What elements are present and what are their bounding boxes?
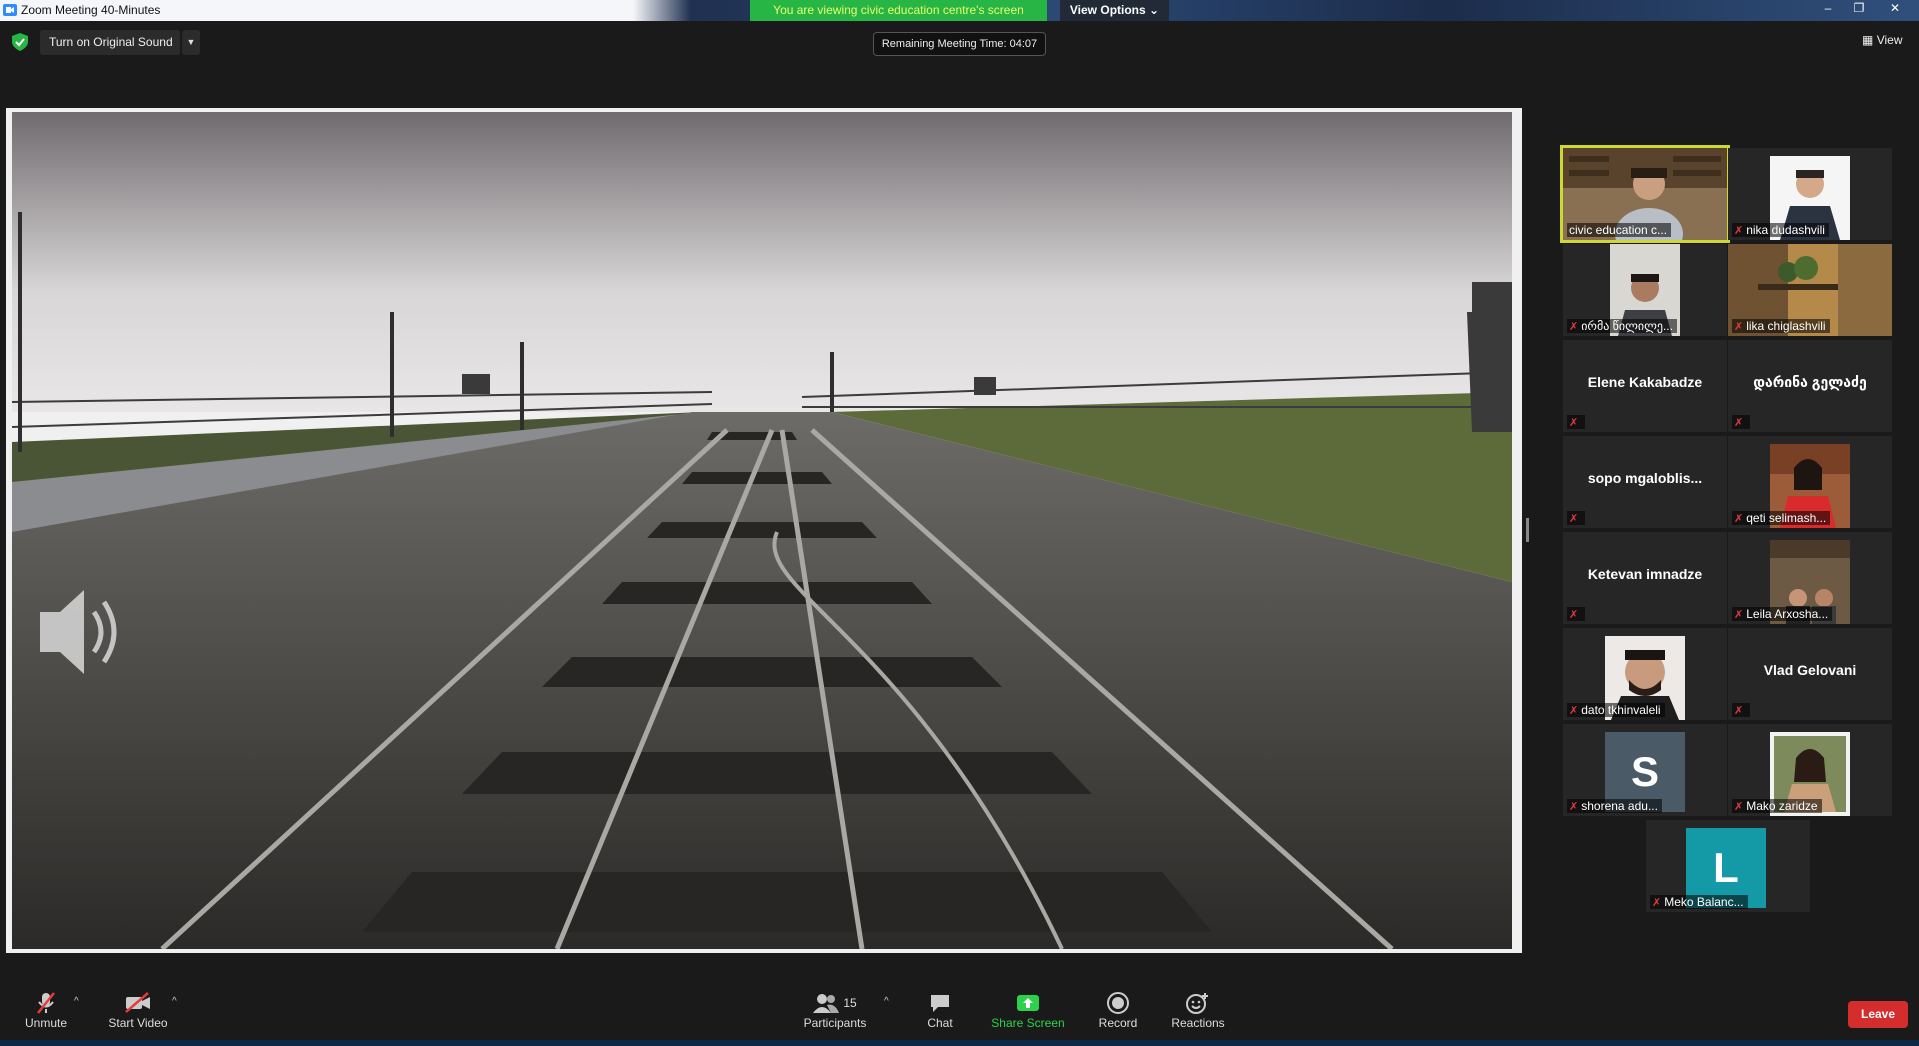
participant-name: ✗ (1732, 703, 1751, 717)
participant-name: ✗ dato tkhinvaleli (1567, 703, 1665, 717)
participant-name: ✗ (1567, 415, 1586, 429)
window-title: Zoom Meeting 40-Minutes (21, 3, 161, 17)
chevron-down-icon: ⌄ (1149, 3, 1160, 17)
unmute-label: Unmute (24, 1016, 68, 1030)
participants-options-caret[interactable]: ^ (884, 996, 889, 1007)
mic-muted-icon: ✗ (1652, 897, 1662, 909)
mic-muted-icon: ✗ (1734, 609, 1744, 621)
participant-name: ✗ lika chiglashvili (1732, 319, 1830, 333)
leave-button[interactable]: Leave (1848, 1001, 1908, 1028)
participant-count: 15 (843, 996, 857, 1010)
original-sound-button[interactable]: Turn on Original Sound (40, 30, 180, 55)
participant-display-name: Elene Kakabadze (1587, 374, 1703, 390)
mic-muted-icon: ✗ (1569, 801, 1579, 813)
participant-display-name: Vlad Gelovani (1763, 662, 1857, 678)
mic-muted-icon: ✗ (1734, 513, 1744, 525)
mic-muted-icon: ✗ (1569, 321, 1579, 333)
participants-label: Participants (803, 1016, 867, 1030)
video-off-icon (125, 992, 150, 1013)
zoom-app-icon (3, 4, 17, 16)
mic-muted-icon: ✗ (1569, 609, 1579, 621)
mic-muted-icon: ✗ (1734, 705, 1744, 717)
participant-tile[interactable]: Ketevan imnadze ✗ (1563, 532, 1727, 624)
mic-muted-icon: ✗ (1734, 417, 1744, 429)
chat-icon (931, 995, 949, 1012)
reactions-label: Reactions (1171, 1016, 1225, 1030)
shield-icon[interactable] (12, 33, 28, 51)
reactions-button[interactable]: Reactions (1168, 990, 1228, 1030)
mic-muted-icon: ✗ (1734, 321, 1744, 333)
chat-button[interactable]: Chat (920, 990, 960, 1030)
grid-icon: ▦ (1862, 33, 1874, 47)
participant-tile[interactable]: sopo mgaloblis... ✗ (1563, 436, 1727, 528)
caret-down-icon: ▼ (186, 37, 196, 47)
participant-tile[interactable]: ✗ lika chiglashvili (1728, 244, 1892, 336)
mic-muted-icon: ✗ (1569, 705, 1579, 717)
participant-tile[interactable]: ✗ nika dudashvili (1728, 148, 1892, 240)
record-button[interactable]: Record (1094, 990, 1142, 1030)
participant-tile[interactable]: L ✗ Meko Balanc... (1646, 820, 1810, 912)
mic-muted-icon (37, 992, 55, 1014)
mic-muted-icon: ✗ (1734, 801, 1744, 813)
participant-tile[interactable]: ✗ qeti selimash... (1728, 436, 1892, 528)
view-label: View (1876, 33, 1903, 47)
share-screen-button[interactable]: Share Screen (990, 990, 1066, 1030)
participant-name: ✗ nika dudashvili (1732, 223, 1829, 237)
video-options-caret[interactable]: ^ (172, 996, 177, 1007)
mic-muted-icon: ✗ (1569, 417, 1579, 429)
participant-display-name: დარინა გელაძე (1753, 374, 1867, 390)
participant-tile[interactable]: Elene Kakabadze ✗ (1563, 340, 1727, 432)
start-video-button[interactable]: Start Video (106, 990, 170, 1030)
view-options-label: View Options (1069, 3, 1146, 17)
participant-name: ✗ shorena adu... (1567, 799, 1662, 813)
participant-name: ✗ qeti selimash... (1732, 511, 1831, 525)
original-sound-dropdown[interactable]: ▼ (182, 30, 200, 55)
participant-tile[interactable]: civic education c... (1560, 145, 1730, 243)
record-label: Record (1098, 1016, 1138, 1030)
participant-tile[interactable]: დარინა გელაძე ✗ (1728, 340, 1892, 432)
participant-name: ✗ (1732, 415, 1751, 429)
unmute-button[interactable]: Unmute (22, 990, 70, 1030)
participants-button[interactable]: 15 Participants (800, 990, 870, 1030)
participant-name: ✗ (1567, 607, 1586, 621)
chat-label: Chat (927, 1016, 953, 1030)
participant-tile[interactable]: S ✗ shorena adu... (1563, 724, 1727, 816)
smiley-icon (1186, 993, 1208, 1014)
meeting-top-bar: Turn on Original Sound ▼ Remaining Meeti… (0, 21, 1919, 87)
mic-muted-icon: ✗ (1569, 513, 1579, 525)
shared-screen (6, 108, 1522, 953)
view-options-button[interactable]: View Options ⌄ (1060, 0, 1169, 21)
mic-muted-icon: ✗ (1734, 225, 1744, 237)
window-title-bar: Zoom Meeting 40-Minutes You are viewing … (0, 0, 1919, 21)
participant-display-name: sopo mgaloblis... (1587, 470, 1703, 486)
participant-name: ✗ Meko Balanc... (1650, 895, 1748, 909)
participant-name: ✗ ირმა წილილე... (1567, 319, 1677, 333)
start-video-label: Start Video (108, 1016, 168, 1030)
participants-icon (813, 994, 840, 1013)
participant-tile[interactable]: ✗ Mako zaridze (1728, 724, 1892, 816)
participant-tile[interactable]: ✗ ირმა წილილე... (1563, 244, 1727, 336)
remaining-time-indicator: Remaining Meeting Time: 04:07 (873, 32, 1046, 56)
share-screen-icon (1017, 995, 1039, 1011)
share-screen-label: Share Screen (991, 1016, 1065, 1030)
participant-name: civic education c... (1567, 223, 1672, 237)
restore-button[interactable]: ❐ (1840, 0, 1878, 17)
participant-name: ✗ Mako zaridze (1732, 799, 1822, 813)
shared-screen-content (12, 112, 1512, 949)
participant-name: ✗ (1567, 511, 1586, 525)
audio-options-caret[interactable]: ^ (74, 996, 79, 1007)
close-button[interactable]: ✕ (1876, 0, 1914, 17)
participant-tile[interactable]: ✗ dato tkhinvaleli (1563, 628, 1727, 720)
record-icon (1107, 992, 1129, 1014)
share-status-banner: You are viewing civic education centre's… (750, 0, 1047, 21)
panel-resize-handle[interactable] (1526, 518, 1529, 542)
os-taskbar (0, 1040, 1919, 1046)
participant-name: ✗ Leila Arxosha... (1732, 607, 1833, 621)
participant-tile[interactable]: Vlad Gelovani ✗ (1728, 628, 1892, 720)
view-button[interactable]: ▦ View (1862, 33, 1902, 47)
participant-display-name: Ketevan imnadze (1587, 566, 1703, 582)
participant-tile[interactable]: ✗ Leila Arxosha... (1728, 532, 1892, 624)
meeting-toolbar: Unmute ^ Start Video ^ 15 Participants ^ (0, 982, 1919, 1040)
